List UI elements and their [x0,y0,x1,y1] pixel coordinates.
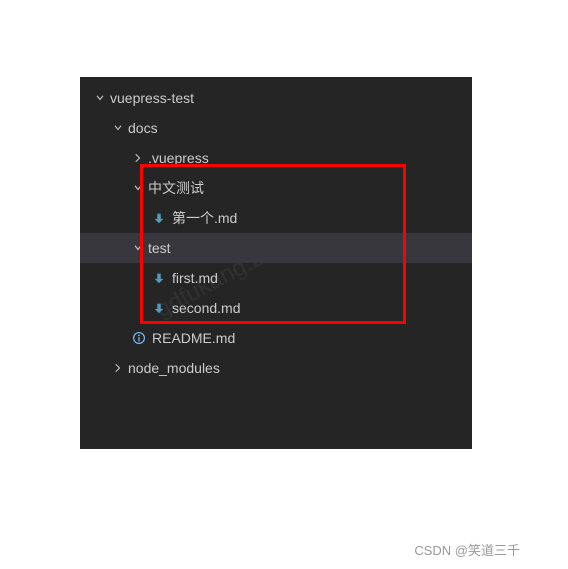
chevron-right-icon [110,362,126,374]
tree-folder-root[interactable]: vuepress-test [80,83,472,113]
tree-file-readme[interactable]: README.md [80,323,472,353]
chevron-down-icon [92,92,108,104]
folder-label: vuepress-test [110,90,194,106]
file-label: first.md [172,270,218,286]
info-file-icon [130,331,148,345]
folder-label: node_modules [128,360,220,376]
tree-folder-test[interactable]: test [80,233,472,263]
tree-folder-vuepress[interactable]: .vuepress [80,143,472,173]
tree-file-second[interactable]: second.md [80,293,472,323]
folder-label: docs [128,120,158,136]
markdown-file-icon [150,211,168,225]
attribution-text: CSDN @笑道三千 [414,540,520,559]
chevron-right-icon [130,152,146,164]
markdown-file-icon [150,301,168,315]
file-label: 第一个.md [172,208,237,228]
folder-label: 中文测试 [148,178,204,198]
folder-label: .vuepress [148,150,209,166]
tree-file-zh-first[interactable]: 第一个.md [80,203,472,233]
tree-file-first[interactable]: first.md [80,263,472,293]
file-explorer: gdfukang.zh vuepress-test docs .vuepress… [80,77,472,449]
chevron-down-icon [130,182,146,194]
file-label: README.md [152,330,235,346]
tree-folder-zh-test[interactable]: 中文测试 [80,173,472,203]
markdown-file-icon [150,271,168,285]
chevron-down-icon [130,242,146,254]
chevron-down-icon [110,122,126,134]
tree-folder-node-modules[interactable]: node_modules [80,353,472,383]
file-label: second.md [172,300,240,316]
tree-folder-docs[interactable]: docs [80,113,472,143]
folder-label: test [148,240,171,256]
